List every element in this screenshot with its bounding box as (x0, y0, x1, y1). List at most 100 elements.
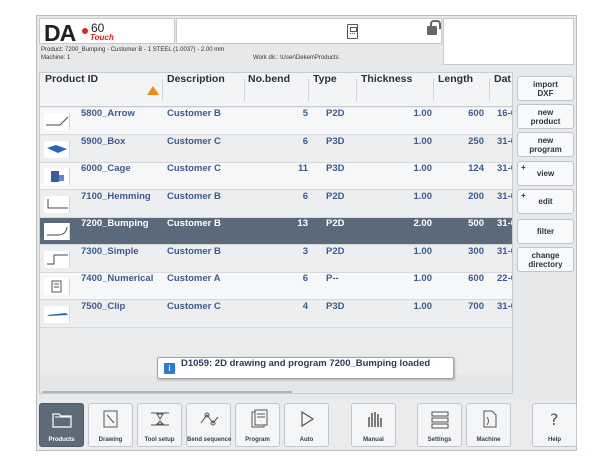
column-thickness[interactable]: Thickness (361, 73, 412, 107)
cell-length: 300 (468, 245, 484, 257)
column-divider (356, 79, 357, 101)
side-button-label: view (536, 169, 555, 178)
side-button-filter[interactable]: filter (517, 219, 574, 244)
column-type[interactable]: Type (313, 73, 337, 107)
nav-label: Help (547, 437, 561, 443)
column-length[interactable]: Length (438, 73, 473, 107)
bend-sequence-icon (198, 409, 220, 434)
cell-id: 5900_Box (81, 135, 126, 147)
nav-drawing[interactable]: Drawing (88, 403, 133, 447)
cell-length: 500 (468, 218, 484, 229)
cell-id: 7300_Simple (81, 245, 139, 257)
cell-date: 31-0 (497, 218, 512, 229)
side-button-view[interactable]: view + (517, 161, 574, 186)
logo: DA 60 Touch (39, 18, 175, 46)
cell-description: Customer B (167, 218, 221, 229)
column-divider (308, 79, 309, 101)
product-thumbnail (44, 168, 70, 185)
lock-icon[interactable] (427, 20, 441, 35)
nav-label: Auto (299, 437, 314, 443)
cell-description: Customer B (167, 190, 221, 202)
sort-ascending-icon[interactable] (147, 86, 159, 95)
cell-type: P3D (326, 135, 345, 147)
nav-bend-sequence[interactable]: Bend sequence (186, 403, 231, 447)
status-bar (176, 18, 442, 44)
cell-thickness: 1.00 (413, 245, 433, 257)
product-info: Product: 7200_Bumping - Customer B - 1 S… (41, 47, 225, 53)
table-row[interactable]: 7100_Hemming Customer B 6 P2D 1.00 200 31-0 (40, 190, 512, 218)
play-icon (296, 409, 318, 434)
nav-label: Program (245, 437, 270, 443)
side-button-label: edit (538, 197, 553, 206)
column-divider (489, 79, 490, 101)
cell-type: P3D (326, 163, 345, 174)
cell-length: 600 (468, 108, 484, 119)
bottom-navigation: Products Drawing Tool setup Bend sequence Pr… (37, 399, 577, 450)
status-message-text: D1059: 2D drawing and program 7200_Bumpi… (181, 358, 431, 369)
column-product-id[interactable]: Product ID (45, 73, 98, 107)
nav-program[interactable]: Program (235, 403, 280, 447)
side-button-panel: import DXF new product new program view + edi… (515, 72, 576, 394)
product-thumbnail (44, 140, 70, 158)
column-date[interactable]: Dat (494, 73, 511, 107)
table-row[interactable]: 6000_Cage Customer C 11 P3D 1.00 124 31-0 (40, 163, 512, 190)
side-button-label: new program (529, 135, 562, 154)
cell-description: Customer B (167, 245, 221, 257)
cell-length: 200 (468, 190, 484, 202)
product-thumbnail (44, 223, 70, 240)
nav-machine[interactable]: Machine (466, 403, 511, 447)
nav-label: Drawing (98, 437, 123, 443)
cell-type: P2D (326, 218, 345, 229)
side-button-new-program[interactable]: new program (517, 132, 574, 157)
logo-edition: Touch (90, 33, 114, 42)
nav-auto[interactable]: Auto (284, 403, 329, 447)
nav-label: Bend sequence (187, 437, 232, 443)
side-button-change-directory[interactable]: change directory (517, 247, 574, 272)
side-button-edit[interactable]: edit + (517, 189, 574, 214)
cell-type: P2D (326, 190, 345, 202)
scrollbar-thumb[interactable] (42, 391, 292, 393)
side-button-label: filter (536, 227, 555, 236)
nav-settings[interactable]: Settings (417, 403, 462, 447)
tool-setup-icon (149, 409, 171, 434)
nav-tool-setup[interactable]: Tool setup (137, 403, 182, 447)
column-divider (433, 79, 434, 101)
cell-bends: 6 (302, 273, 308, 284)
cell-id: 7500_Clip (81, 300, 126, 312)
side-button-label: change directory (528, 250, 563, 269)
cell-thickness: 1.00 (413, 190, 433, 202)
table-row[interactable]: 5900_Box Customer C 6 P3D 1.00 250 31-0 (40, 135, 512, 163)
status-message: i D1059: 2D drawing and program 7200_Bum… (157, 357, 454, 379)
side-button-label: new product (530, 107, 561, 126)
nav-label: Machine (476, 437, 501, 443)
cell-date: 31-0 (497, 135, 512, 147)
column-description[interactable]: Description (167, 73, 225, 107)
side-button-import-DXF[interactable]: import DXF (517, 76, 574, 101)
product-thumbnail (44, 195, 70, 213)
app-window: DA 60 Touch Product: 7200_Bumping - Cust… (36, 15, 577, 451)
cell-description: Customer C (167, 163, 221, 174)
nav-label: Products (48, 437, 75, 443)
side-button-label: import DXF (533, 79, 558, 98)
side-button-new-product[interactable]: new product (517, 104, 574, 129)
cell-bends: 3 (302, 245, 308, 257)
nav-label: Manual (363, 437, 384, 443)
product-thumbnail (44, 305, 70, 323)
table-row[interactable]: 7300_Simple Customer B 3 P2D 1.00 300 31-0 (40, 245, 512, 273)
nav-help[interactable]: ? Help (532, 403, 577, 447)
table-row[interactable]: 5800_Arrow Customer B 5 P2D 1.00 600 16-0 (40, 108, 512, 135)
table-header: Product ID Description No.bend Type Thic… (40, 73, 512, 107)
calculator-icon[interactable] (347, 24, 358, 39)
help-icon: ? (544, 409, 566, 434)
cell-thickness: 1.00 (413, 273, 433, 284)
nav-products[interactable]: Products (39, 403, 84, 447)
cell-bends: 6 (302, 135, 308, 147)
table-row[interactable]: 7500_Clip Customer C 4 P3D 1.00 700 31-0 (40, 300, 512, 328)
svg-text:?: ? (550, 410, 559, 429)
table-row[interactable]: 7400_Numerical Customer A 6 P-- 1.00 600 22-0 (40, 273, 512, 300)
machine-icon (478, 409, 500, 434)
nav-manual[interactable]: Manual (351, 403, 396, 447)
cell-id: 7200_Bumping (81, 218, 149, 229)
column-no-bend[interactable]: No.bend (248, 73, 290, 107)
table-row[interactable]: 7200_Bumping Customer B 13 P2D 2.00 500 31-0 (40, 218, 512, 245)
